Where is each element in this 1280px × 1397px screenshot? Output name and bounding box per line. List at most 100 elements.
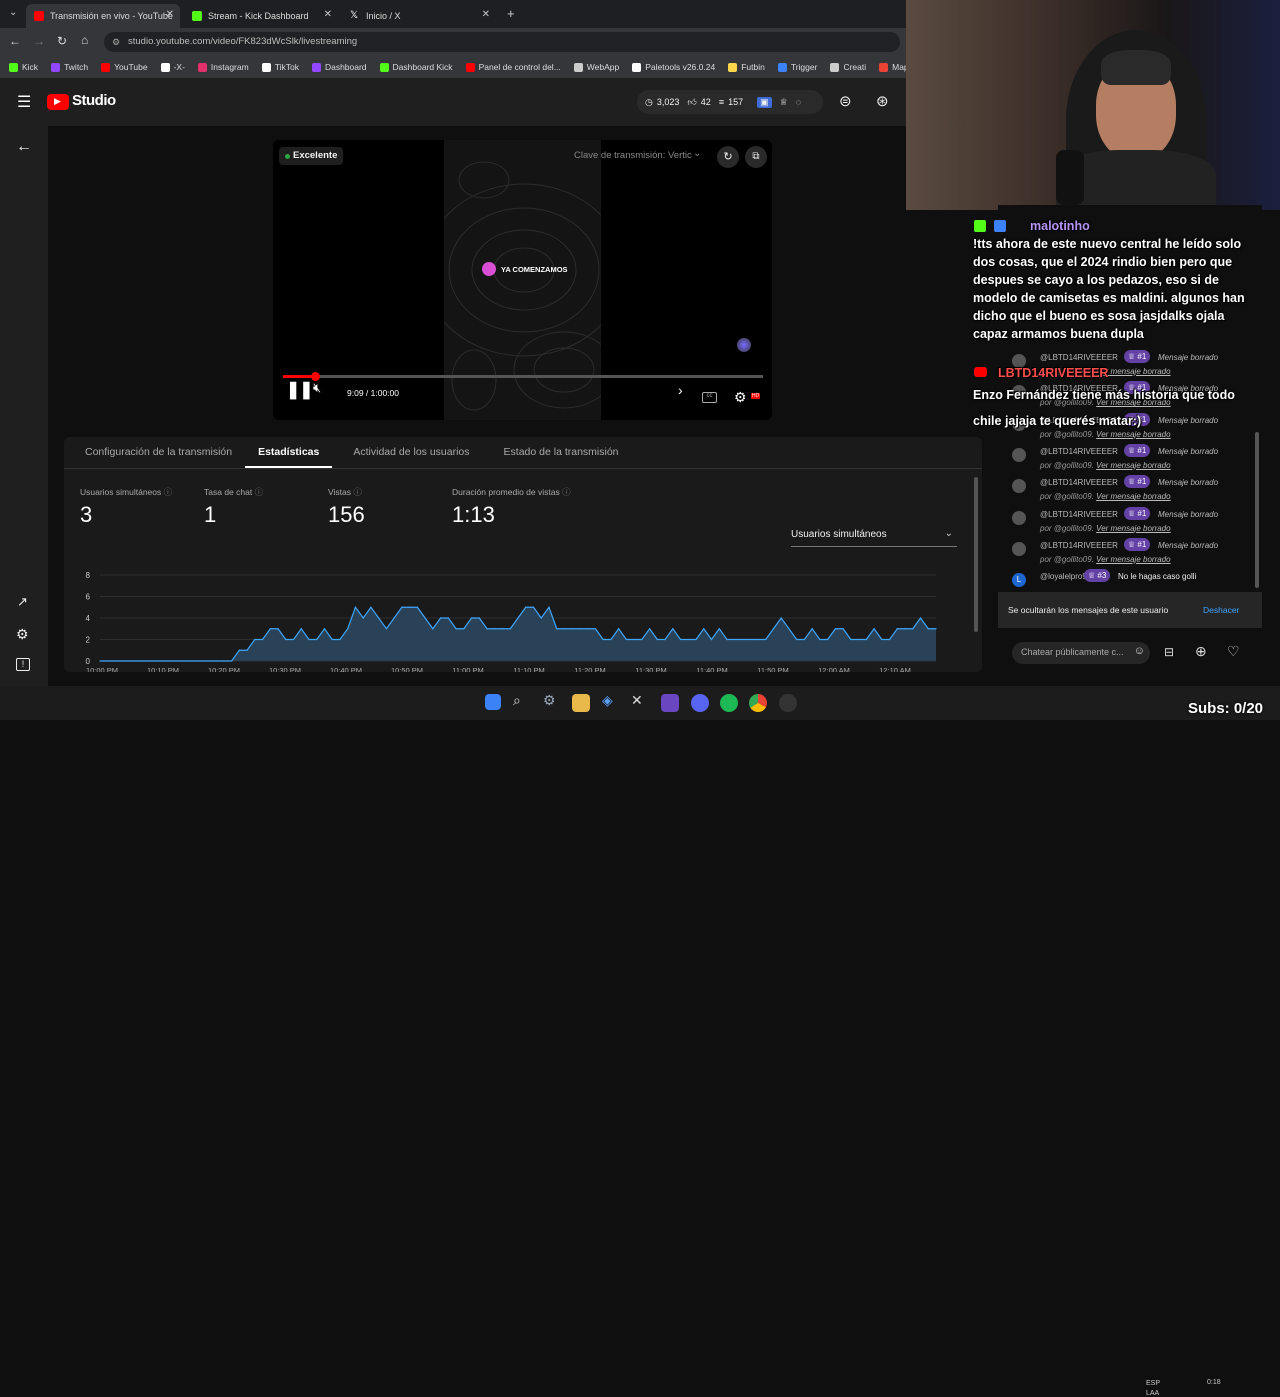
data-point[interactable] <box>540 617 542 619</box>
next-chevron-icon[interactable]: › <box>678 382 683 398</box>
data-point[interactable] <box>625 638 627 641</box>
browser-tab-youtube[interactable]: Transmisión en vivo - YouTube ✕ <box>26 4 180 28</box>
data-point[interactable] <box>254 638 256 641</box>
data-point[interactable] <box>594 628 597 630</box>
data-point[interactable] <box>695 638 697 641</box>
external-link-icon[interactable]: ↗ <box>17 594 28 610</box>
help-icon[interactable]: ⓘ <box>353 487 362 497</box>
data-point[interactable] <box>579 628 581 630</box>
data-point[interactable] <box>385 628 388 630</box>
data-point[interactable] <box>223 660 225 662</box>
data-point[interactable] <box>107 660 109 662</box>
data-point[interactable] <box>99 660 101 662</box>
data-point[interactable] <box>842 628 844 630</box>
bookmark-item[interactable]: Kick <box>9 62 38 72</box>
data-point[interactable] <box>857 638 860 641</box>
data-point[interactable] <box>571 628 573 630</box>
data-point[interactable] <box>532 606 535 608</box>
heart-icon[interactable]: ♡ <box>1227 643 1240 660</box>
data-point[interactable] <box>904 628 906 630</box>
home-icon[interactable]: ⌂ <box>81 33 88 47</box>
data-point[interactable] <box>331 638 333 641</box>
data-point[interactable] <box>215 660 217 662</box>
data-point[interactable] <box>563 628 566 630</box>
tab-status[interactable]: Estado de la transmisión <box>483 437 632 468</box>
bookmark-item[interactable]: Dashboard Kick <box>379 62 453 72</box>
data-point[interactable] <box>200 660 202 662</box>
close-tab-icon[interactable]: ✕ <box>482 9 490 20</box>
data-point[interactable] <box>424 617 426 619</box>
data-point[interactable] <box>207 660 209 662</box>
spotify-icon[interactable] <box>720 694 738 712</box>
data-point[interactable] <box>896 628 898 630</box>
data-point[interactable] <box>687 638 689 641</box>
data-point[interactable] <box>556 628 558 630</box>
data-point[interactable] <box>641 638 643 641</box>
data-point[interactable] <box>470 617 473 619</box>
data-point[interactable] <box>525 606 527 608</box>
data-point[interactable] <box>238 649 240 651</box>
browser-tab-kick[interactable]: Stream - Kick Dashboard ✕ <box>184 4 338 28</box>
chat-icon[interactable]: ◌ <box>796 97 801 107</box>
data-point[interactable] <box>672 628 674 630</box>
data-point[interactable] <box>888 638 891 641</box>
data-point[interactable] <box>285 638 287 641</box>
tab-search-chevron-icon[interactable]: ⌄ <box>9 7 17 18</box>
browser-tab-x[interactable]: 𝕏 Inicio / X ✕ <box>342 4 496 28</box>
data-point[interactable] <box>834 628 836 630</box>
bookmark-item[interactable]: Futbin <box>728 62 765 72</box>
data-point[interactable] <box>935 628 937 630</box>
data-point[interactable] <box>416 606 418 608</box>
add-icon[interactable]: ⊕ <box>1195 643 1207 660</box>
url-input[interactable]: ⚙ studio.youtube.com/video/FK823dWcSlk/l… <box>104 32 900 52</box>
data-point[interactable] <box>347 628 349 630</box>
data-point[interactable] <box>169 660 171 662</box>
data-point[interactable] <box>703 628 705 630</box>
data-point[interactable] <box>176 660 179 662</box>
reload-icon[interactable]: ↻ <box>57 34 67 48</box>
bookmark-item[interactable]: Maps <box>879 62 906 72</box>
data-point[interactable] <box>741 638 744 641</box>
data-point[interactable] <box>648 628 651 630</box>
tab-config[interactable]: Configuración de la transmisión <box>64 437 245 468</box>
data-point[interactable] <box>757 638 759 641</box>
file-explorer-icon[interactable] <box>572 694 590 712</box>
data-point[interactable] <box>881 638 883 641</box>
data-point[interactable] <box>710 638 713 641</box>
data-point[interactable] <box>230 660 233 662</box>
data-point[interactable] <box>765 638 767 641</box>
data-point[interactable] <box>316 638 318 641</box>
bookmark-item[interactable]: TikTok <box>261 62 299 72</box>
bookmark-item[interactable]: Creati <box>830 62 866 72</box>
data-point[interactable] <box>463 628 465 630</box>
data-point[interactable] <box>455 628 457 630</box>
data-point[interactable] <box>656 638 658 641</box>
data-point[interactable] <box>749 638 751 641</box>
data-point[interactable] <box>138 660 140 662</box>
data-point[interactable] <box>362 617 364 619</box>
data-point[interactable] <box>509 628 511 630</box>
data-point[interactable] <box>664 638 666 641</box>
data-point[interactable] <box>587 628 589 630</box>
copy-icon[interactable]: ⧉ <box>745 146 767 168</box>
language-indicator[interactable]: ESP <box>1146 1380 1160 1387</box>
data-point[interactable] <box>130 660 132 662</box>
settings-gear-icon[interactable]: ⚙ <box>734 389 747 406</box>
data-point[interactable] <box>447 617 449 619</box>
bookmark-item[interactable]: Trigger <box>777 62 817 72</box>
discord-icon[interactable] <box>691 694 709 712</box>
settings-gear-icon[interactable]: ⚙ <box>16 626 29 643</box>
data-point[interactable] <box>261 638 264 641</box>
data-point[interactable] <box>145 660 148 662</box>
data-point[interactable] <box>734 638 736 641</box>
data-point[interactable] <box>277 628 279 630</box>
data-point[interactable] <box>378 617 380 619</box>
data-point[interactable] <box>772 628 775 630</box>
data-point[interactable] <box>439 617 442 619</box>
youtube-logo-icon[interactable]: ▶ <box>47 94 69 110</box>
metric-dropdown[interactable]: Usuarios simultáneos ⌄ <box>791 528 957 547</box>
mute-icon[interactable]: 🔇︎ <box>313 380 321 396</box>
chevron-down-icon[interactable]: ⌄ <box>693 148 701 159</box>
help-icon[interactable]: ⓘ <box>164 487 173 497</box>
data-point[interactable] <box>192 660 194 662</box>
